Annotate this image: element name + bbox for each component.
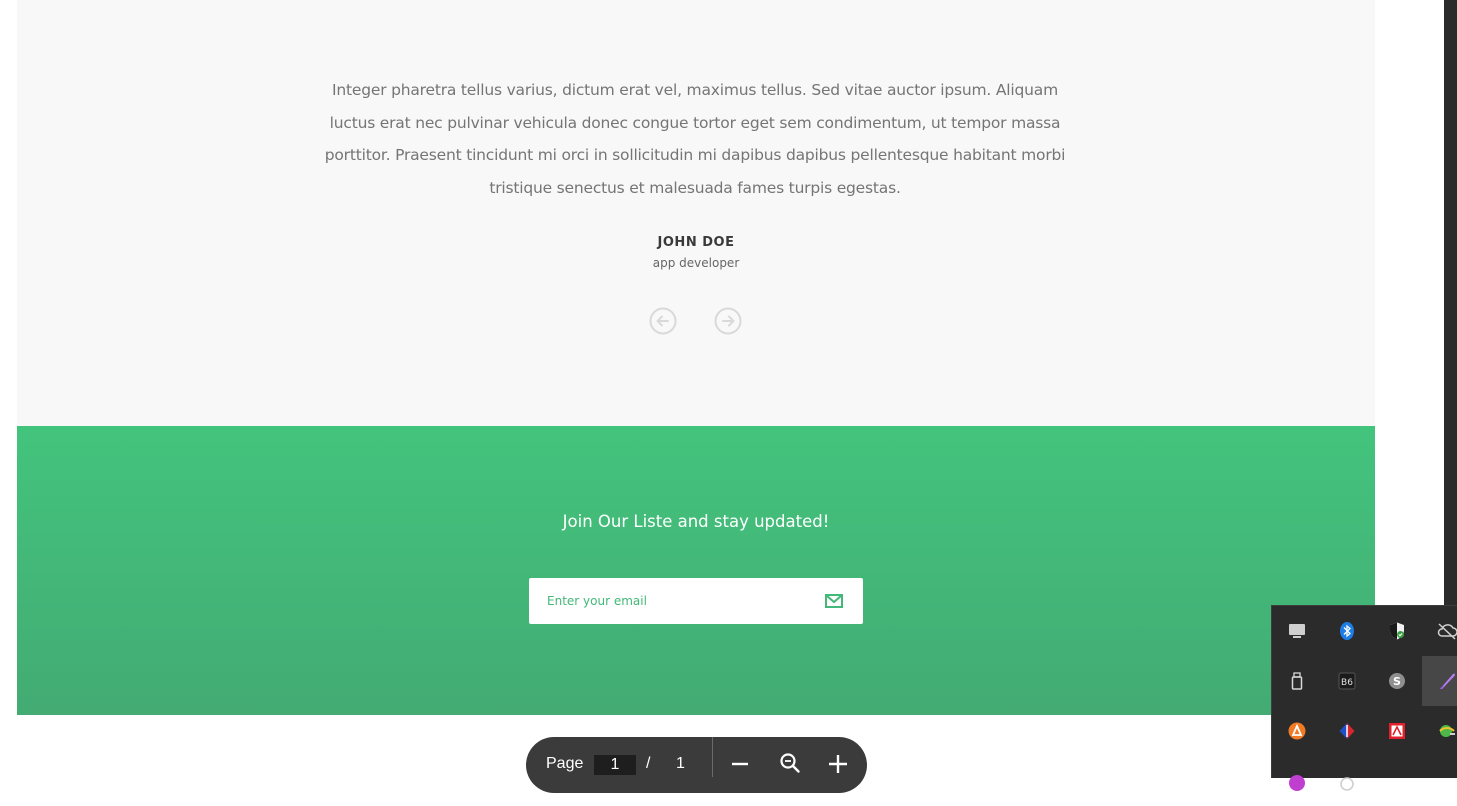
zoom-out-button[interactable] <box>728 751 752 775</box>
cloud-icon[interactable] <box>1422 606 1457 656</box>
pen-icon[interactable] <box>1422 656 1457 706</box>
newsletter-section: Join Our Liste and stay updated! <box>17 426 1375 715</box>
author-role: app developer <box>652 256 740 270</box>
system-tray-overflow: B6 S <box>1271 605 1457 791</box>
language-flag-icon[interactable] <box>1322 706 1372 756</box>
page-label: Page <box>546 755 584 772</box>
newsletter-title: Join Our Liste and stay updated! <box>562 512 830 531</box>
testimonial-next-button[interactable] <box>714 307 742 335</box>
testimonial-quote: Integer pharetra tellus varius, dictum e… <box>324 81 1066 197</box>
envelope-icon <box>825 594 843 608</box>
email-input[interactable] <box>529 578 809 624</box>
svg-text:B6: B6 <box>1341 678 1353 688</box>
arrow-right-circle-icon <box>714 307 742 335</box>
total-pages: 1 <box>676 755 685 772</box>
cursor-app-icon[interactable] <box>1322 756 1372 806</box>
usb-drive-icon[interactable] <box>1272 656 1322 706</box>
zoom-in-button[interactable] <box>826 751 850 775</box>
adobe-acrobat-icon[interactable] <box>1372 706 1422 756</box>
web-page: Integer pharetra tellus varius, dictum e… <box>17 0 1375 777</box>
avast-icon[interactable] <box>1272 706 1322 756</box>
skype-icon[interactable]: S <box>1372 656 1422 706</box>
paint-app-icon[interactable] <box>1272 756 1322 806</box>
subscribe-button[interactable] <box>825 594 843 608</box>
network-globe-icon[interactable] <box>1422 706 1457 756</box>
zoom-in-icon <box>829 755 847 773</box>
page-number-input[interactable]: 1 <box>594 755 636 775</box>
zoom-out-icon <box>732 762 748 766</box>
testimonial-section: Integer pharetra tellus varius, dictum e… <box>17 0 1375 426</box>
pdf-viewer-toolbar: Page 1 / 1 <box>526 737 867 793</box>
email-form <box>529 578 863 624</box>
page-separator: / <box>646 755 651 772</box>
search-zoom-icon <box>780 753 800 773</box>
toolbar-divider <box>712 737 713 777</box>
security-shield-icon[interactable] <box>1372 606 1422 656</box>
bluetooth-icon[interactable] <box>1322 606 1372 656</box>
author-name: JOHN DOE <box>657 235 735 250</box>
testimonial-prev-button[interactable] <box>649 307 677 335</box>
zoom-fit-button[interactable] <box>778 751 802 775</box>
display-icon[interactable] <box>1272 606 1322 656</box>
arrow-left-circle-icon <box>649 307 677 335</box>
svg-text:S: S <box>1393 675 1401 688</box>
video-app-icon[interactable]: B6 <box>1322 656 1372 706</box>
